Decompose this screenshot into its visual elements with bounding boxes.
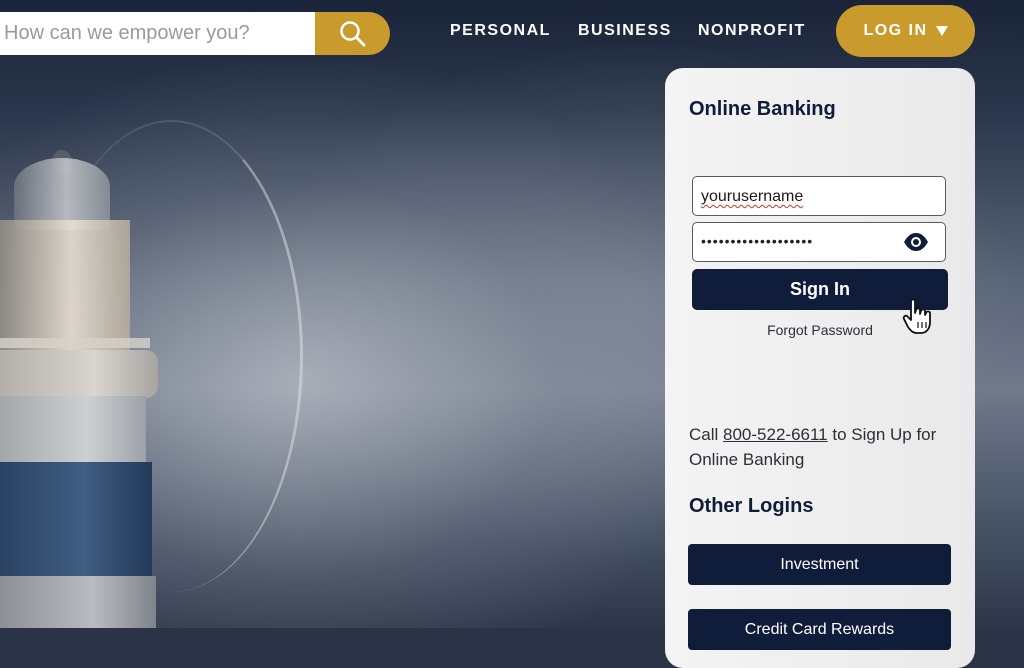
lighthouse-gallery bbox=[0, 350, 158, 398]
search-bar bbox=[0, 12, 316, 55]
search-button[interactable] bbox=[315, 12, 390, 55]
lighthouse-tower-white bbox=[0, 396, 146, 462]
signup-text-before: Call bbox=[689, 425, 724, 444]
password-value: ••••••••••••••••••• bbox=[701, 233, 814, 249]
login-dropdown-button[interactable]: LOG IN bbox=[836, 5, 975, 57]
login-label: LOG IN bbox=[863, 22, 928, 39]
caret-down-icon bbox=[935, 26, 948, 36]
search-icon bbox=[339, 20, 365, 46]
nav-nonprofit[interactable]: NONPROFIT bbox=[698, 22, 806, 40]
online-banking-title: Online Banking bbox=[689, 98, 836, 120]
eye-icon[interactable] bbox=[903, 232, 929, 252]
nav-business[interactable]: BUSINESS bbox=[578, 22, 672, 40]
phone-link[interactable]: 800-522-6611 bbox=[723, 425, 828, 444]
lighthouse-tower-blue bbox=[0, 462, 152, 576]
lighthouse-tower-base bbox=[0, 576, 156, 628]
username-field[interactable]: yourusername bbox=[692, 176, 946, 216]
nav-personal[interactable]: PERSONAL bbox=[450, 22, 551, 40]
signup-text: Call 800-522-6611 to Sign Up for Online … bbox=[689, 422, 959, 472]
password-field[interactable]: ••••••••••••••••••• bbox=[692, 222, 946, 262]
lighthouse-lantern bbox=[0, 220, 130, 350]
username-value: yourusername bbox=[701, 188, 804, 205]
credit-card-rewards-button[interactable]: Credit Card Rewards bbox=[688, 609, 951, 650]
lighthouse-railing bbox=[0, 338, 150, 348]
hand-pointer-icon bbox=[902, 298, 931, 334]
other-logins-title: Other Logins bbox=[689, 495, 814, 517]
login-panel: Online Banking yourusername ••••••••••••… bbox=[665, 68, 975, 668]
search-input[interactable] bbox=[0, 21, 306, 46]
investment-login-button[interactable]: Investment bbox=[688, 544, 951, 585]
